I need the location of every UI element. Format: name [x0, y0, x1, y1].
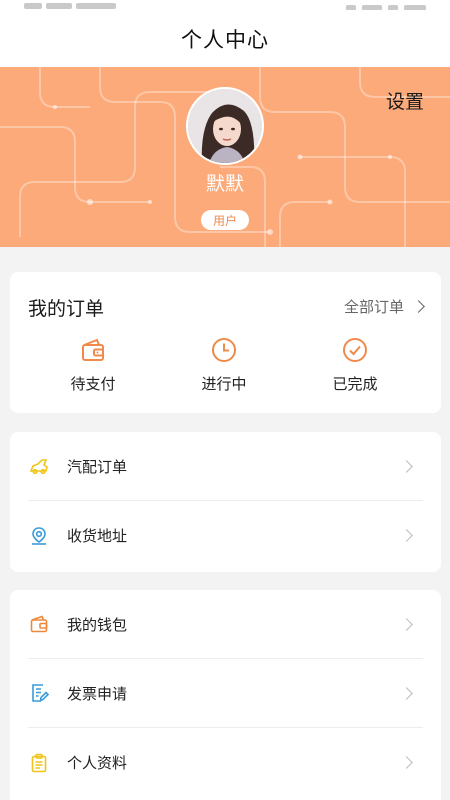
clock-icon [210, 336, 238, 364]
avatar[interactable] [186, 87, 264, 165]
all-orders-link[interactable]: 全部订单 [343, 296, 425, 317]
wallet-icon [29, 614, 49, 634]
menu-item-label: 收货地址 [67, 527, 128, 545]
settings-button[interactable]: 设置 [386, 87, 424, 114]
chevron-right-icon [400, 529, 413, 542]
menu-item-label: 个人资料 [67, 754, 128, 772]
status-bar [0, 0, 450, 10]
order-status-in-progress[interactable]: 进行中 [174, 336, 274, 394]
invoice-icon [29, 683, 50, 703]
clipboard-icon [29, 753, 49, 773]
orders-title: 我的订单 [28, 298, 105, 320]
chevron-right-icon [412, 300, 425, 313]
menu-item-parts-orders[interactable]: 汽配订单 [28, 432, 423, 501]
chevron-right-icon [400, 459, 413, 473]
order-status-label: 待支付 [70, 375, 116, 393]
check-circle-icon [341, 336, 369, 364]
menu-group-orders: 汽配订单 收货地址 [10, 432, 441, 572]
chevron-right-icon [400, 756, 413, 769]
order-status-label: 进行中 [201, 375, 247, 393]
menu-item-personal-info[interactable]: 个人资料 [28, 728, 423, 797]
menu-item-shipping-address[interactable]: 收货地址 [28, 501, 423, 570]
all-orders-label: 全部订单 [343, 298, 404, 316]
order-status-label: 已完成 [332, 375, 378, 393]
menu-item-label: 我的钱包 [67, 615, 128, 634]
chevron-right-icon [400, 617, 413, 631]
location-icon [29, 526, 49, 546]
wallet-icon [79, 336, 107, 364]
role-badge: 用户 [201, 210, 249, 230]
chevron-right-icon [400, 686, 413, 700]
car-icon [29, 456, 49, 476]
status-bar-right [286, 0, 426, 10]
title-bar: 个人中心 [0, 10, 450, 67]
menu-item-label: 汽配订单 [67, 457, 128, 476]
order-status-completed[interactable]: 已完成 [305, 336, 405, 394]
username: 默默 [205, 173, 244, 195]
profile-banner: 设置 默默 用户 [0, 67, 450, 247]
menu-item-label: 发票申请 [67, 684, 128, 703]
page-title: 个人中心 [181, 27, 269, 52]
menu-item-invoice-request[interactable]: 发票申请 [28, 659, 423, 728]
status-bar-left [24, 0, 134, 9]
order-status-pending-payment[interactable]: 待支付 [43, 336, 143, 394]
menu-item-my-wallet[interactable]: 我的钱包 [28, 590, 423, 659]
menu-group-account: 我的钱包 发票申请 个人资料 [10, 590, 441, 800]
orders-card: 我的订单 全部订单 待支付 进行中 已完成 [10, 272, 441, 413]
